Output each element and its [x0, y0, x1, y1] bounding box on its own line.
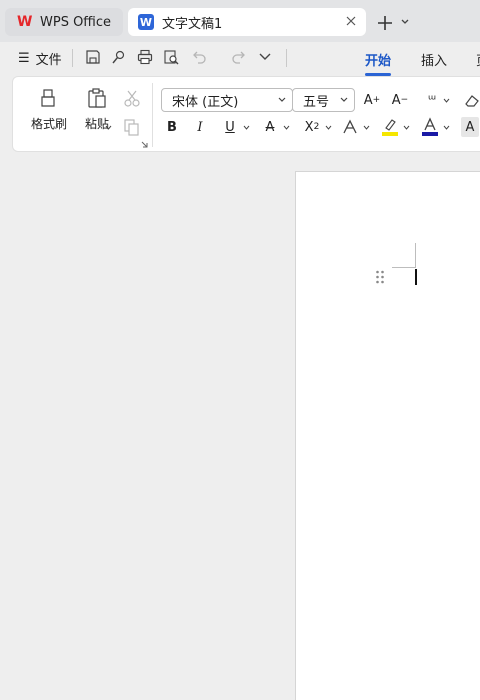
character-shading-icon[interactable]: A: [461, 117, 479, 137]
paste-clipboard-icon: [88, 88, 106, 108]
print-preview-icon[interactable]: [162, 48, 180, 66]
clipboard-dialog-launcher-icon[interactable]: [141, 141, 148, 148]
file-menu-button[interactable]: ☰ 文件: [18, 49, 62, 68]
superscript-icon[interactable]: X2: [301, 117, 323, 137]
font-color-dropdown-icon[interactable]: [443, 124, 450, 131]
new-tab-plus-icon[interactable]: [376, 14, 394, 32]
strikethrough-icon[interactable]: A: [259, 117, 281, 137]
format-painter-button[interactable]: 格式刷: [27, 87, 71, 139]
document-page[interactable]: [295, 171, 480, 700]
phonetic-dropdown-icon[interactable]: [443, 97, 450, 104]
highlight-dropdown-icon[interactable]: [403, 124, 410, 131]
clear-formatting-icon[interactable]: [461, 90, 480, 110]
tab-insert[interactable]: 插入: [421, 50, 447, 69]
underline-dropdown-icon[interactable]: [243, 124, 250, 131]
writer-doc-icon: W: [138, 14, 154, 30]
print-icon[interactable]: [136, 48, 154, 66]
menu-row: ☰ 文件 开始 插入 页: [0, 42, 480, 102]
text-effects-dropdown-icon[interactable]: [363, 124, 370, 131]
wps-office-tab[interactable]: W WPS Office: [5, 8, 123, 36]
chevron-down-icon: [340, 97, 348, 102]
margin-corner-mark: [415, 243, 416, 268]
strikethrough-dropdown-icon[interactable]: [283, 124, 290, 131]
hamburger-icon: ☰: [18, 51, 30, 66]
text-cursor: [415, 269, 417, 285]
divider: [286, 49, 287, 67]
save-icon[interactable]: [84, 48, 102, 66]
phonetic-guide-icon[interactable]: ᵚ: [421, 90, 443, 110]
bold-icon[interactable]: B: [161, 117, 183, 137]
document-tab-label: 文字文稿1: [162, 16, 223, 32]
wps-office-tab-label: WPS Office: [40, 14, 112, 30]
divider: [152, 83, 153, 147]
font-name-select[interactable]: 宋体 (正文): [161, 88, 293, 112]
paragraph-drag-handle-icon[interactable]: [375, 270, 385, 284]
undo-icon[interactable]: [190, 48, 208, 66]
margin-corner-mark: [392, 267, 415, 268]
text-effects-icon[interactable]: [339, 117, 361, 137]
font-size-select[interactable]: 五号: [292, 88, 355, 112]
tab-home[interactable]: 开始: [365, 50, 392, 76]
chevron-down-icon: [278, 97, 286, 102]
text-effect-a-icon: [343, 119, 357, 134]
underline-icon[interactable]: U: [219, 117, 241, 137]
divider: [72, 49, 73, 67]
paste-button[interactable]: 粘贴: [75, 87, 119, 139]
brush-icon: [41, 89, 55, 107]
font-name-value: 宋体 (正文): [172, 94, 239, 110]
font-color-icon[interactable]: [419, 117, 441, 137]
paste-dropdown-icon[interactable]: [105, 124, 112, 131]
format-painter-label: 格式刷: [30, 117, 67, 131]
cut-icon[interactable]: [121, 89, 143, 109]
document-tab[interactable]: W 文字文稿1: [128, 8, 366, 36]
font-size-value: 五号: [303, 94, 330, 110]
home-ribbon-panel: 格式刷 粘贴 宋体 (正文) 五号 A + A − ᵚ B I U A X 2 …: [12, 76, 480, 152]
shrink-font-icon[interactable]: A −: [389, 90, 411, 110]
tab-partial[interactable]: 页: [476, 50, 480, 69]
grow-font-icon[interactable]: A +: [361, 90, 383, 110]
wps-logo-icon: W: [17, 14, 33, 30]
highlighter-icon: [382, 119, 398, 136]
highlight-color-icon[interactable]: [379, 117, 401, 137]
italic-icon[interactable]: I: [189, 117, 211, 137]
quick-access-more-icon[interactable]: [256, 48, 274, 66]
new-tab-dropdown-icon[interactable]: [400, 17, 410, 27]
font-color-a-icon: [422, 117, 438, 136]
file-menu-label: 文件: [35, 53, 62, 68]
export-pdf-icon[interactable]: [110, 48, 128, 66]
copy-icon[interactable]: [121, 117, 143, 137]
title-tab-bar: W WPS Office W 文字文稿1: [0, 0, 480, 42]
close-tab-icon[interactable]: [344, 14, 358, 28]
redo-icon[interactable]: [230, 48, 248, 66]
superscript-dropdown-icon[interactable]: [325, 124, 332, 131]
